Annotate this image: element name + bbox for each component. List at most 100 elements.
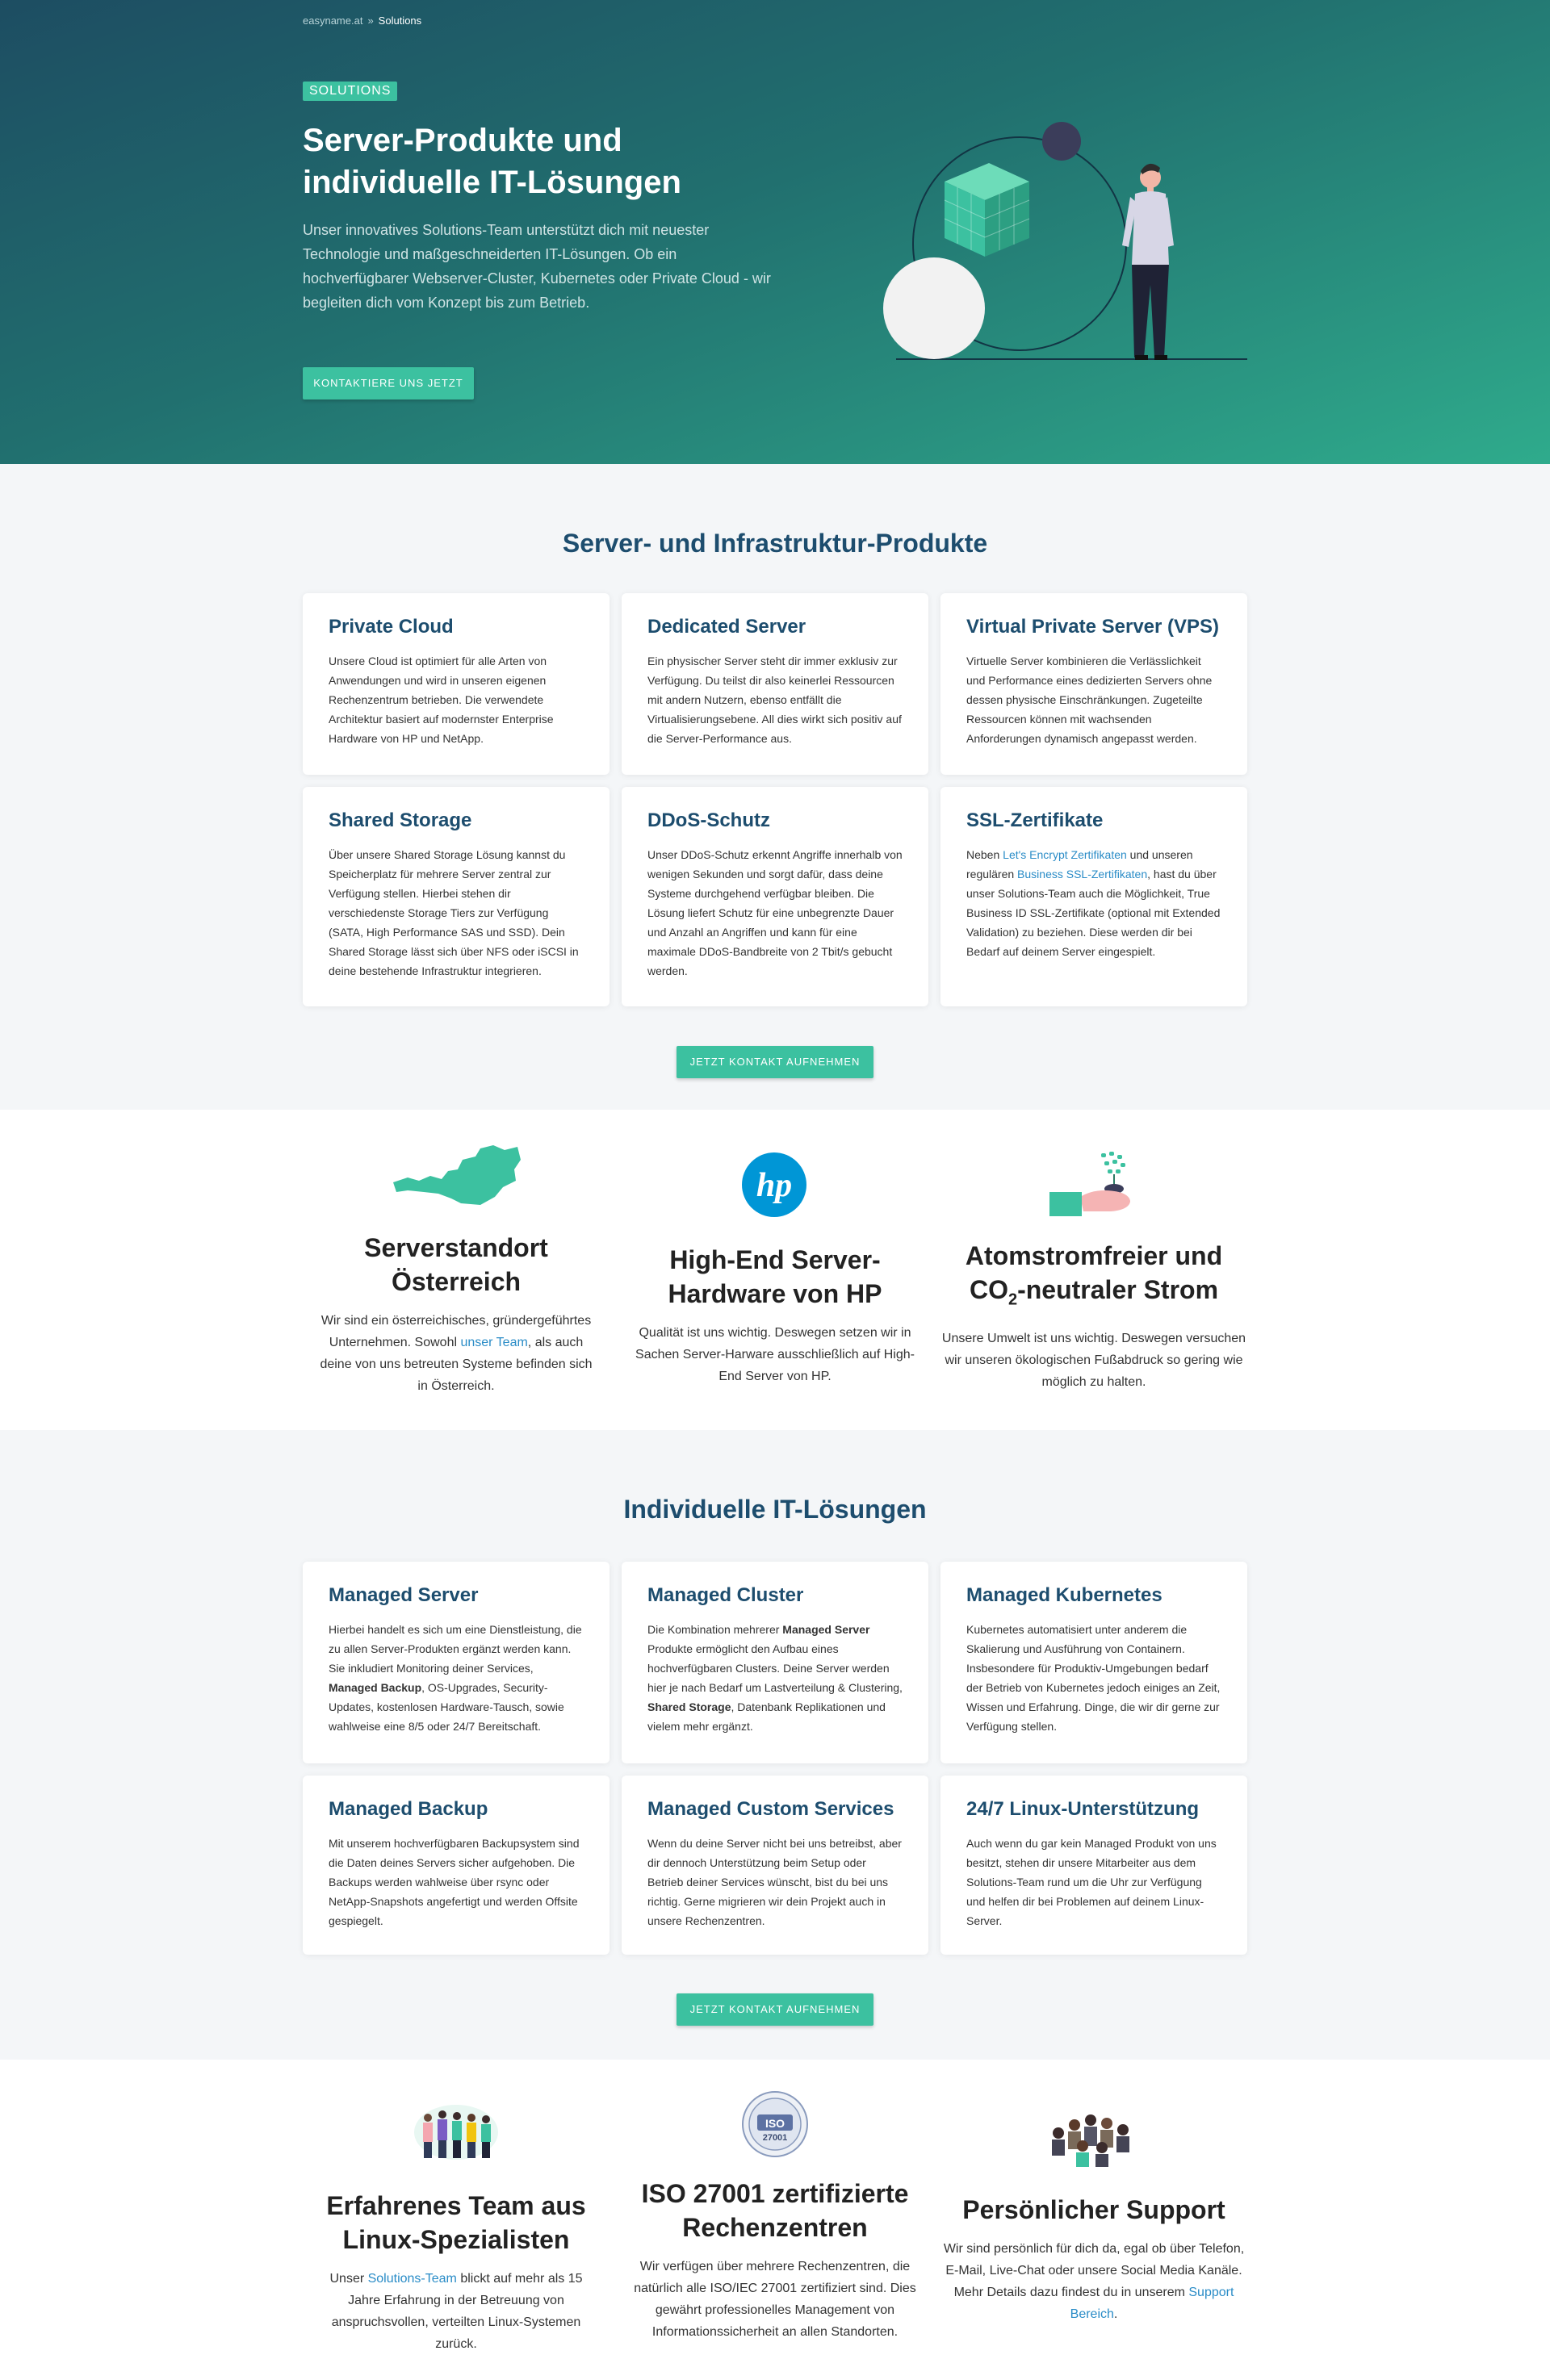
feature-text: Qualität ist uns wichtig. Deswegen setze…: [635, 1326, 915, 1383]
product-card-vps: Virtual Private Server (VPS) Virtuelle S…: [940, 593, 1247, 775]
card-text: Hierbei handelt es sich um eine Dienstle…: [329, 1620, 584, 1736]
feature-text-part: Unser: [329, 2272, 368, 2286]
card-text-bold: Managed Backup: [329, 1681, 422, 1694]
feature-title-line1: ISO 27001 zertifizierte: [641, 2179, 909, 2208]
card-text-part: Die Kombination mehrerer: [647, 1623, 783, 1636]
feature-title: Erfahrenes Team aus Linux-Spezialisten: [315, 2189, 597, 2257]
card-title: Managed Cluster: [647, 1584, 804, 1606]
support-team-icon: [1052, 2114, 1129, 2167]
solution-card-custom-services: Managed Custom Services Wenn du deine Se…: [622, 1776, 928, 1955]
breadcrumb: easyname.at » Solutions: [303, 15, 421, 27]
product-card-private-cloud: Private Cloud Unsere Cloud ist optimiert…: [303, 593, 610, 775]
feature-title-line1: Atomstromfreier und: [965, 1241, 1223, 1270]
feature-title: High-End Server- Hardware von HP: [626, 1243, 924, 1311]
product-card-ddos: DDoS-Schutz Unser DDoS-Schutz erkennt An…: [622, 787, 928, 1006]
card-text-part: Hierbei handelt es sich um eine Dienstle…: [329, 1623, 582, 1675]
card-text: Wenn du deine Server nicht bei uns betre…: [647, 1837, 902, 1927]
feature-experienced-team: Erfahrenes Team aus Linux-Spezialisten Un…: [315, 2189, 597, 2355]
card-title: Dedicated Server: [647, 616, 806, 638]
product-card-ssl: SSL-Zertifikate Neben Let's Encrypt Zert…: [940, 787, 1247, 1006]
features-section-2: Erfahrenes Team aus Linux-Spezialisten Un…: [0, 2060, 1550, 2380]
card-title: DDoS-Schutz: [647, 809, 770, 831]
card-title: Managed Server: [329, 1584, 479, 1606]
feature-serverstandort: Serverstandort Österreich Wir sind ein ös…: [315, 1231, 597, 1397]
breadcrumb-home-link[interactable]: easyname.at: [303, 15, 362, 27]
card-title: 24/7 Linux-Unterstützung: [966, 1798, 1200, 1820]
contact-now-button[interactable]: JETZT KONTAKT AUFNEHMEN: [677, 1046, 873, 1078]
card-text-bold: Managed Server: [782, 1623, 870, 1636]
feature-title: Persönlicher Support: [962, 2195, 1225, 2224]
hp-logo-text: hp: [756, 1167, 792, 1204]
feature-text: Wir verfügen über mehrere Rechenzentren,…: [634, 2260, 916, 2339]
feature-text-part: .: [1113, 2307, 1118, 2321]
breadcrumb-current: Solutions: [378, 15, 422, 27]
card-title: Managed Backup: [329, 1798, 488, 1820]
card-title: Virtual Private Server (VPS): [966, 616, 1220, 638]
contact-us-button[interactable]: KONTAKTIERE UNS JETZT: [303, 367, 474, 399]
feature-text: Wir sind ein österreichisches, gründerge…: [315, 1310, 597, 1397]
hero-title: Server-Produkte und individuelle IT-Lösu…: [303, 119, 755, 203]
breadcrumb-separator: »: [367, 15, 374, 27]
card-text: Über unsere Shared Storage Lösung kannst…: [329, 848, 579, 977]
card-title: Private Cloud: [329, 616, 454, 638]
card-text-part: Neben: [966, 848, 1003, 861]
feature-title-rest: -neutraler Strom: [1017, 1275, 1219, 1304]
card-text: Kubernetes automatisiert unter anderem d…: [966, 1623, 1221, 1733]
product-card-shared-storage: Shared Storage Über unsere Shared Storag…: [303, 787, 610, 1006]
card-text: Virtuelle Server kombinieren die Verläss…: [966, 655, 1213, 745]
card-text: Unsere Cloud ist optimiert für alle Arte…: [329, 655, 554, 745]
feature-title-line2: Österreich: [391, 1267, 522, 1296]
feature-title: Atomstromfreier und CO2-neutraler Strom: [940, 1239, 1247, 1316]
feature-title-line2: Rechenzentren: [682, 2213, 868, 2242]
hero-section: easyname.at » Solutions SOLUTIONS Server-P…: [0, 0, 1550, 464]
feature-title-line1: High-End Server-: [669, 1245, 881, 1274]
feature-green-power: Atomstromfreier und CO2-neutraler Strom U…: [940, 1239, 1247, 1393]
feature-title: Serverstandort Österreich: [315, 1231, 597, 1299]
features-section-1: Serverstandort Österreich Wir sind ein ös…: [0, 1110, 1550, 1430]
our-team-link[interactable]: unser Team: [460, 1336, 527, 1349]
solution-card-managed-server: Managed Server Hierbei handelt es sich u…: [303, 1562, 610, 1763]
austria-map-icon: [393, 1145, 521, 1205]
card-text: Auch wenn du gar kein Managed Produkt vo…: [966, 1837, 1217, 1927]
card-title: Managed Kubernetes: [966, 1584, 1162, 1606]
feature-text: Unsere Umwelt ist uns wichtig. Deswegen …: [941, 1332, 1246, 1390]
hero-text: Unser innovatives Solutions-Team unterst…: [303, 222, 771, 311]
solutions-title: Individuelle IT-Lösungen: [623, 1495, 927, 1524]
contact-now-button-2[interactable]: JETZT KONTAKT AUFNEHMEN: [677, 1993, 873, 2026]
feature-title-sub: 2: [1008, 1290, 1018, 1309]
hero-title-line2: individuelle IT-Lösungen: [303, 165, 681, 200]
card-title: Shared Storage: [329, 809, 472, 831]
feature-hp-hardware: High-End Server- Hardware von HP Qualität…: [626, 1243, 924, 1387]
feature-text: Unser Solutions-Team blickt auf mehr als…: [315, 2268, 597, 2355]
feature-title-line2: Linux-Spezialisten: [342, 2225, 570, 2254]
product-card-dedicated-server: Dedicated Server Ein physischer Server s…: [622, 593, 928, 775]
lets-encrypt-link[interactable]: Let's Encrypt Zertifikaten: [1003, 848, 1127, 861]
iso-badge-number: 27001: [763, 2133, 788, 2143]
hero-title-line1: Server-Produkte und: [303, 123, 622, 158]
card-text: Mit unserem hochverfügbaren Backupsystem…: [329, 1837, 580, 1927]
card-text: Unser DDoS-Schutz erkennt Angriffe inner…: [647, 848, 903, 977]
iso-27001-badge-icon: ISO 27001: [742, 2091, 808, 2157]
business-ssl-link[interactable]: Business SSL-Zertifikaten: [1017, 868, 1147, 880]
solutions-section: Individuelle IT-Lösungen Managed Server …: [0, 1430, 1550, 2060]
feature-title-line1: Serverstandort: [364, 1233, 548, 1262]
card-title: Managed Custom Services: [647, 1798, 894, 1820]
card-text: Ein physischer Server steht dir immer ex…: [647, 655, 902, 745]
card-text-bold: Shared Storage: [647, 1700, 731, 1713]
feature-title: ISO 27001 zertifizierte Rechenzentren: [622, 2177, 928, 2244]
feature-title-line2: Hardware von HP: [668, 1279, 882, 1308]
solution-card-managed-backup: Managed Backup Mit unserem hochverfügbar…: [303, 1776, 610, 1955]
server-person-illustration-icon: [883, 122, 1247, 360]
solutions-team-link[interactable]: Solutions-Team: [368, 2272, 457, 2286]
card-text: Die Kombination mehrerer Managed Server …: [647, 1620, 903, 1736]
team-illustration-icon: [414, 2105, 498, 2160]
solution-card-managed-cluster: Managed Cluster Die Kombination mehrerer…: [622, 1562, 928, 1763]
feature-text: Wir sind persönlich für dich da, egal ob…: [936, 2238, 1251, 2325]
products-title: Server- und Infrastruktur-Produkte: [562, 529, 988, 558]
card-text-part: Produkte ermöglicht den Aufbau eines hoc…: [647, 1642, 903, 1694]
feature-iso-27001: ISO 27001 zertifizierte Rechenzentren Wir…: [622, 2177, 928, 2343]
solution-card-linux-support: 24/7 Linux-Unterstützung Auch wenn du ga…: [940, 1776, 1247, 1955]
solution-card-managed-kubernetes: Managed Kubernetes Kubernetes automatisi…: [940, 1562, 1247, 1763]
feature-title-line1: Erfahrenes Team aus: [326, 2191, 586, 2220]
iso-badge-top: ISO: [765, 2117, 785, 2130]
